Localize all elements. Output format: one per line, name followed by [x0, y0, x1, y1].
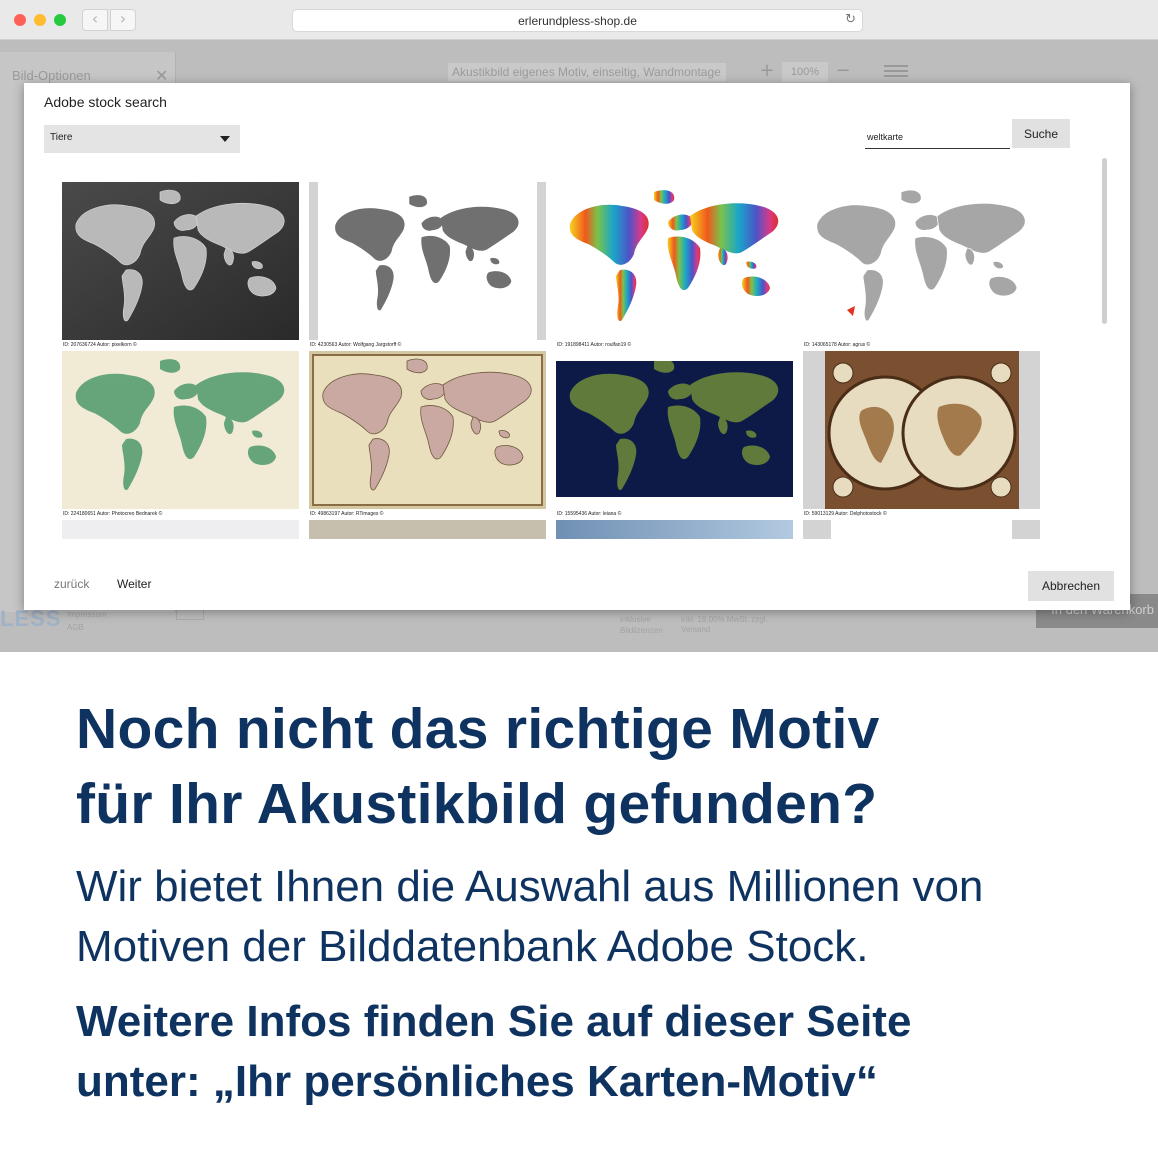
result-thumbnail[interactable] — [803, 520, 1040, 539]
result-caption: ID: 49863197 Autor: RTimages © — [310, 511, 384, 517]
result-thumbnail[interactable] — [556, 520, 793, 539]
result-tile[interactable] — [62, 520, 299, 539]
back-button[interactable]: zurück — [54, 577, 89, 591]
result-thumbnail[interactable] — [62, 351, 299, 509]
promo-headline-line-2: für Ihr Akustikbild gefunden? — [76, 772, 878, 836]
result-thumbnail[interactable] — [309, 520, 546, 539]
result-caption: ID: 4230563 Autor: Wolfgang Jargstorff © — [310, 342, 402, 348]
result-caption: ID: 191898411 Autor: roulfan19 © — [557, 342, 632, 348]
result-caption: ID: 59013129 Autor: Delphotostock © — [804, 511, 887, 517]
result-tile[interactable] — [556, 520, 793, 539]
result-tile[interactable]: ID: 4230563 Autor: Wolfgang Jargstorff © — [309, 182, 546, 350]
promo-body-line-1: Wir bietet Ihnen die Auswahl aus Million… — [76, 862, 984, 911]
result-caption: ID: 224180651 Autor: Photocreo Bednarek … — [63, 511, 163, 517]
result-thumbnail[interactable] — [803, 351, 1040, 509]
tax-note: inkl. 19,00% MwSt. zzgl. — [681, 615, 768, 624]
window-close-button[interactable] — [14, 14, 26, 26]
promo-body-line-2: Motiven der Bilddatenbank Adobe Stock. — [76, 922, 869, 971]
address-bar[interactable]: erlerundpless-shop.de ↻ — [292, 9, 863, 32]
zoom-out-icon: − — [835, 60, 851, 81]
caret-down-icon — [220, 136, 230, 142]
results-grid: ID: 207636724 Autor: pixelkorn © ID: 423… — [62, 182, 1102, 539]
result-tile[interactable]: ID: 207636724 Autor: pixelkorn © — [62, 182, 299, 350]
search-button[interactable]: Suche — [1012, 119, 1070, 148]
result-thumbnail[interactable] — [556, 182, 793, 340]
category-value: Tiere — [50, 132, 73, 143]
panel-title: Bild-Optionen — [12, 68, 91, 83]
result-tile[interactable]: ID: 59013129 Autor: Delphotostock © — [803, 351, 1040, 519]
dialog-title: Adobe stock search — [44, 94, 167, 110]
result-thumbnail[interactable] — [803, 182, 1040, 340]
sliders-icon — [884, 62, 908, 80]
result-caption: ID: 207636724 Autor: pixelkorn © — [63, 342, 137, 348]
result-tile[interactable]: ID: 143065178 Autor: agrus © — [803, 182, 1040, 350]
footer-note: Bildlizenzen — [620, 626, 663, 635]
reload-icon[interactable]: ↻ — [845, 12, 856, 27]
footer-link-impressum: Impressum — [67, 610, 107, 619]
chevron-right-icon[interactable]: › — [110, 9, 136, 31]
result-thumbnail[interactable] — [62, 182, 299, 340]
footer-link-agb: AGB — [67, 623, 84, 632]
result-tile[interactable] — [309, 520, 546, 539]
zoom-in-icon: + — [759, 60, 775, 81]
result-thumbnail[interactable] — [309, 182, 546, 340]
result-thumbnail[interactable] — [556, 351, 793, 509]
product-title: Akustikbild eigenes Motiv, einseitig, Wa… — [448, 63, 726, 81]
window-minimize-button[interactable] — [34, 14, 46, 26]
scrollbar-thumb[interactable] — [1102, 158, 1107, 324]
result-tile[interactable] — [803, 520, 1040, 539]
promo-info-line-2: unter: „Ihr persönliches Karten-Motiv“ — [76, 1057, 878, 1106]
zoom-level: 100% — [782, 62, 828, 82]
browser-toolbar: ‹ › erlerundpless-shop.de ↻ — [0, 0, 1158, 40]
result-tile[interactable]: ID: 224180651 Autor: Photocreo Bednarek … — [62, 351, 299, 519]
result-thumbnail[interactable] — [309, 351, 546, 509]
result-tile[interactable]: ID: 15595436 Autor: leiana © — [556, 351, 793, 519]
next-button[interactable]: Weiter — [117, 577, 151, 591]
category-select[interactable]: Tiere — [44, 125, 240, 153]
promo-info-line-1: Weitere Infos finden Sie auf dieser Seit… — [76, 997, 912, 1046]
tax-note: Versand — [681, 625, 711, 634]
chevron-left-icon[interactable]: ‹ — [82, 9, 108, 31]
result-tile[interactable]: ID: 191898411 Autor: roulfan19 © — [556, 182, 793, 350]
promo-headline-line-1: Noch nicht das richtige Motiv — [76, 697, 880, 761]
window-zoom-button[interactable] — [54, 14, 66, 26]
footer-note: inklusive — [620, 615, 651, 624]
result-thumbnail[interactable] — [62, 520, 299, 539]
search-input[interactable] — [865, 120, 1010, 149]
url-text: erlerundpless-shop.de — [518, 14, 637, 28]
adobe-stock-search-dialog: Adobe stock search Tiere Suche ID: 20763 — [24, 83, 1130, 610]
result-tile[interactable]: ID: 49863197 Autor: RTimages © — [309, 351, 546, 519]
results-scrollbar[interactable] — [1102, 158, 1108, 538]
cancel-button[interactable]: Abbrechen — [1028, 571, 1114, 601]
result-caption: ID: 15595436 Autor: leiana © — [557, 511, 622, 517]
result-caption: ID: 143065178 Autor: agrus © — [804, 342, 871, 348]
